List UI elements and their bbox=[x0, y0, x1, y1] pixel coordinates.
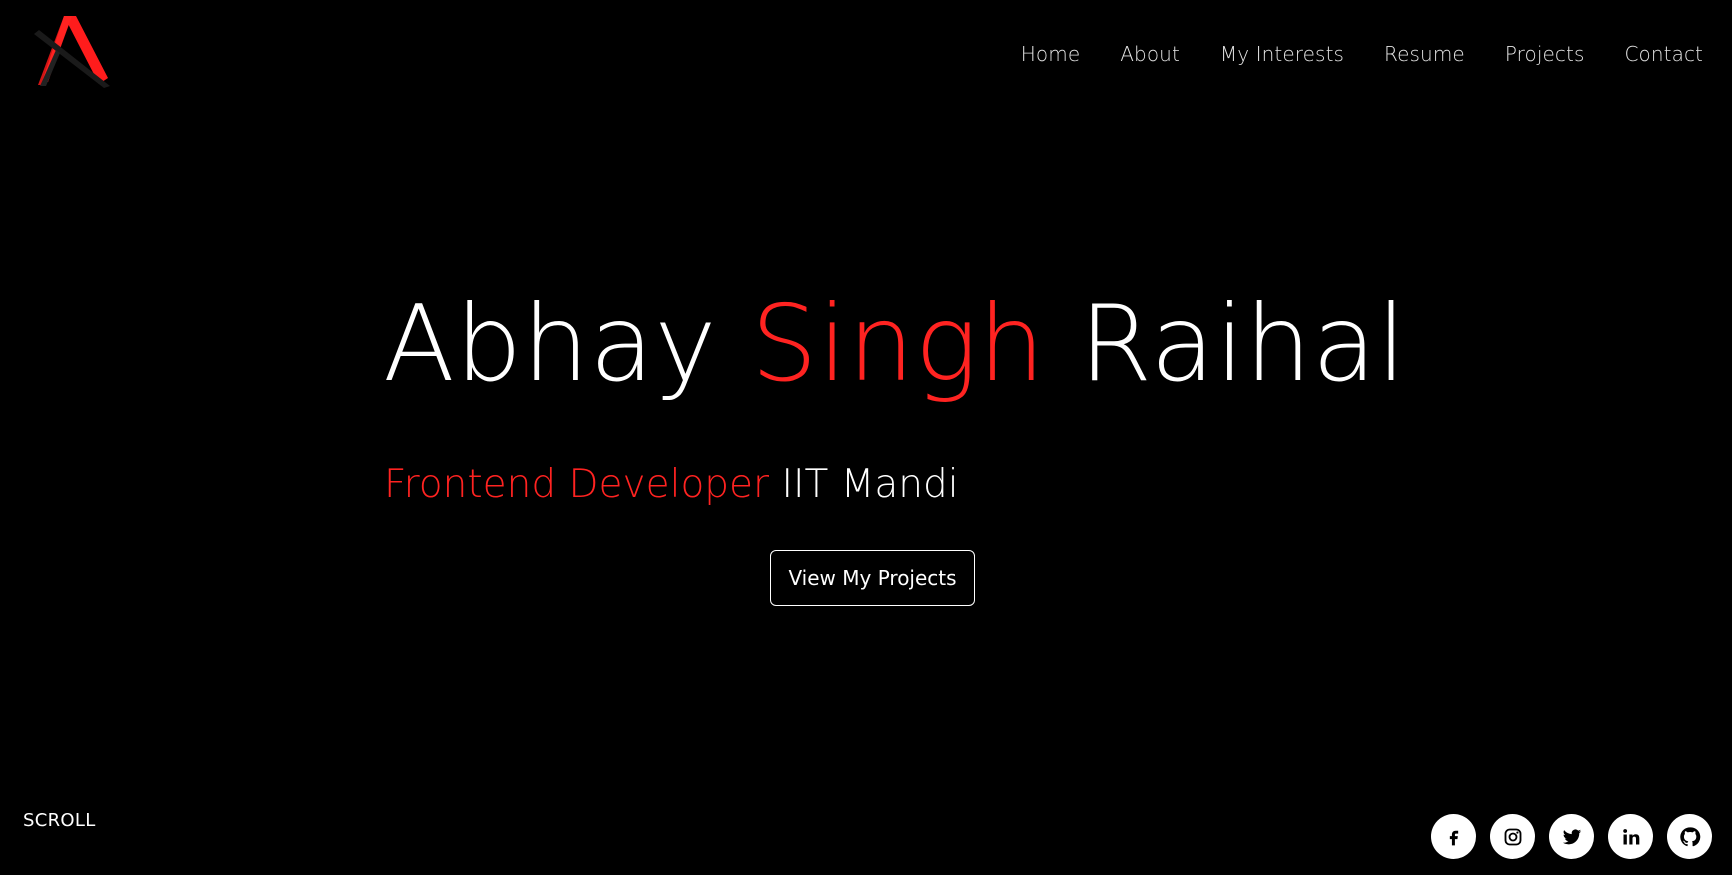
nav-home[interactable]: Home bbox=[1021, 44, 1080, 64]
hero-name: Abhay Singh Raihal bbox=[383, 283, 1407, 405]
scroll-label: SCROLL bbox=[23, 810, 96, 831]
github-link[interactable] bbox=[1667, 814, 1712, 859]
github-icon bbox=[1679, 826, 1700, 846]
page: Home About My Interests Resume Projects … bbox=[0, 0, 1732, 875]
instagram-link[interactable] bbox=[1490, 814, 1535, 859]
hero-name-middle: Singh bbox=[750, 283, 1046, 405]
social-links bbox=[1431, 814, 1712, 859]
nav-about[interactable]: About bbox=[1120, 44, 1180, 64]
hero-name-last: Raihal bbox=[1079, 283, 1407, 405]
view-projects-button[interactable]: View My Projects bbox=[770, 550, 975, 606]
nav-resume[interactable]: Resume bbox=[1384, 44, 1465, 64]
nav-my-interests[interactable]: My Interests bbox=[1220, 44, 1344, 64]
linkedin-link[interactable] bbox=[1608, 814, 1653, 859]
nav-projects[interactable]: Projects bbox=[1505, 44, 1585, 64]
twitter-link[interactable] bbox=[1549, 814, 1594, 859]
hero-institution: IIT Mandi bbox=[781, 462, 959, 507]
facebook-icon bbox=[1449, 830, 1458, 845]
nav-contact[interactable]: Contact bbox=[1624, 44, 1703, 64]
hero-subtitle: Frontend Developer IIT Mandi bbox=[384, 462, 959, 509]
hero-name-first: Abhay bbox=[383, 283, 718, 405]
linkedin-icon bbox=[1622, 828, 1639, 844]
instagram-icon bbox=[1504, 828, 1521, 845]
facebook-link[interactable] bbox=[1431, 814, 1476, 859]
hero-role: Frontend Developer bbox=[384, 462, 770, 507]
twitter-icon bbox=[1562, 828, 1581, 844]
logo-a-icon[interactable] bbox=[34, 16, 114, 88]
main-nav: Home About My Interests Resume Projects … bbox=[1021, 44, 1703, 64]
